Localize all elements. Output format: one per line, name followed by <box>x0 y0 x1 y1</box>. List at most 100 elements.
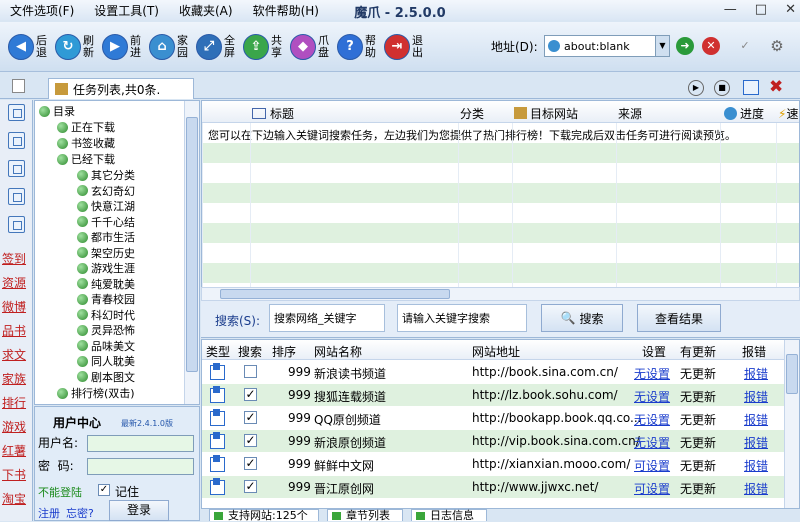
address-input[interactable]: about:blank ▼ <box>544 35 670 57</box>
site-col-header[interactable]: 报错 <box>742 343 766 360</box>
col-target-site[interactable]: 目标网站 <box>514 105 578 122</box>
site-search-checkbox[interactable]: ✓ <box>244 388 257 401</box>
menu-help[interactable]: 软件帮助(H) <box>243 2 329 19</box>
tree-category[interactable]: 品味美文 <box>77 338 135 354</box>
left-nav-link[interactable]: 求文 <box>2 346 26 363</box>
site-setting[interactable]: 无设置 <box>634 388 670 405</box>
claw-disk-button[interactable]: ◆ 爪盘 <box>290 33 330 60</box>
site-report[interactable]: 报错 <box>744 411 768 428</box>
site-report[interactable]: 报错 <box>744 365 768 382</box>
site-report[interactable]: 报错 <box>744 480 768 497</box>
left-nav-link[interactable]: 排行 <box>2 394 26 411</box>
tree-category[interactable]: 千千心结 <box>77 214 135 230</box>
home-button[interactable]: ⌂ 家园 <box>149 33 189 60</box>
help-button[interactable]: ? 帮助 <box>337 33 377 60</box>
share-button[interactable]: ⇪ 共享 <box>243 33 283 60</box>
play-icon[interactable]: ▶ <box>688 80 704 96</box>
forward-button[interactable]: ▶ 前进 <box>102 33 142 60</box>
tab-supported-sites[interactable]: 支持网站:125个 <box>209 509 319 522</box>
tree-category[interactable]: 纯爱耽美 <box>77 276 135 292</box>
search-button[interactable]: 🔍 搜索 <box>541 304 623 332</box>
task-grid-row[interactable] <box>202 263 799 283</box>
tree-category[interactable]: 灵异恐怖 <box>77 322 135 338</box>
tree-item[interactable]: 已经下载 <box>57 151 115 167</box>
cannot-login-link[interactable]: 不能登陆 <box>38 484 82 500</box>
menu-file[interactable]: 文件选项(F) <box>0 2 84 19</box>
site-col-header[interactable]: 类型 <box>206 343 230 360</box>
task-grid-row[interactable] <box>202 243 799 263</box>
site-col-header[interactable]: 搜索 <box>238 343 262 360</box>
view-results-button[interactable]: 查看结果 <box>637 304 721 332</box>
tree-category[interactable]: 同人耽美 <box>77 353 135 369</box>
left-nav-link[interactable]: 下书 <box>2 466 26 483</box>
tree-category[interactable]: 架空历史 <box>77 245 135 261</box>
site-col-header[interactable]: 网站名称 <box>314 343 362 360</box>
left-nav-link[interactable]: 资源 <box>2 274 26 291</box>
table-row[interactable]: ✓ 999 新浪原创频道 http://vip.book.sina.com.cn/无设… <box>202 430 799 453</box>
login-button[interactable]: 登录 <box>109 500 169 521</box>
col-source[interactable]: 来源 <box>618 105 642 122</box>
panel-toggle-icon[interactable] <box>8 160 25 177</box>
site-search-checkbox[interactable]: ✓ <box>244 411 257 424</box>
tree-item[interactable]: 书签收藏 <box>57 135 115 151</box>
site-report[interactable]: 报错 <box>744 434 768 451</box>
site-search-checkbox[interactable]: ✓ <box>244 434 257 447</box>
address-dropdown-icon[interactable]: ▼ <box>655 36 669 56</box>
col-speed[interactable]: ⚡速度 <box>778 105 799 122</box>
menu-favorites[interactable]: 收藏夹(A) <box>169 2 243 19</box>
site-setting[interactable]: 无设置 <box>634 365 670 382</box>
fullscreen-button[interactable]: ⤢ 全屏 <box>196 33 236 60</box>
left-nav-link[interactable]: 签到 <box>2 250 26 267</box>
gear-icon[interactable]: ⚙ <box>768 37 786 55</box>
task-grid-row[interactable] <box>202 223 799 243</box>
task-grid-row[interactable] <box>202 203 799 223</box>
site-report[interactable]: 报错 <box>744 457 768 474</box>
tree-category[interactable]: 剧本图文 <box>77 369 135 385</box>
tree-root[interactable]: 目录 <box>39 103 75 119</box>
stop-icon[interactable]: ✕ <box>702 37 720 55</box>
search-input[interactable]: 请输入关键字搜索 <box>397 304 527 332</box>
maximize-button[interactable]: □ <box>755 2 767 17</box>
site-col-header[interactable]: 设置 <box>642 343 666 360</box>
panel-toggle-icon[interactable] <box>8 104 25 121</box>
col-progress[interactable]: 进度 <box>724 105 764 122</box>
password-field[interactable] <box>87 458 194 475</box>
new-task-icon[interactable] <box>12 79 25 93</box>
table-row[interactable]: ✓ 999 搜狐连载频道 http://lz.book.sohu.com/无设置 无更新… <box>202 384 799 407</box>
close-window-button[interactable]: ✕ <box>785 2 796 17</box>
left-nav-link[interactable]: 微博 <box>2 298 26 315</box>
tree-category[interactable]: 玄幻奇幻 <box>77 183 135 199</box>
site-setting[interactable]: 可设置 <box>634 480 670 497</box>
tab-log-info[interactable]: 日志信息 <box>411 509 487 522</box>
site-report[interactable]: 报错 <box>744 388 768 405</box>
tree-category[interactable]: 其它分类 <box>77 167 135 183</box>
tree-category[interactable]: 快意江湖 <box>77 198 135 214</box>
remember-checkbox[interactable]: ✓ <box>98 484 110 496</box>
left-nav-link[interactable]: 品书 <box>2 322 26 339</box>
minimize-button[interactable]: — <box>724 2 737 17</box>
site-col-header[interactable]: 网站地址 <box>472 343 520 360</box>
table-row[interactable]: ✓ 999 晋江原创网 http://www.jjwxc.net/可设置 无更新 报错 <box>202 476 799 499</box>
left-nav-link[interactable]: 红薯 <box>2 442 26 459</box>
tree-category[interactable]: 游戏生涯 <box>77 260 135 276</box>
task-grid-row[interactable] <box>202 163 799 183</box>
task-grid-hscrollbar[interactable] <box>201 287 800 301</box>
site-setting[interactable]: 无设置 <box>634 434 670 451</box>
tab-task-list[interactable]: 任务列表,共0条. <box>48 78 194 99</box>
exit-button[interactable]: ⇥ 退出 <box>384 33 424 60</box>
delete-icon[interactable]: ✖ <box>769 77 783 97</box>
username-field[interactable] <box>87 435 194 452</box>
col-category[interactable]: 分类 <box>460 105 484 122</box>
search-site-select[interactable]: 搜索网络_关键字 <box>269 304 385 332</box>
stop-task-icon[interactable]: ■ <box>714 80 730 96</box>
task-grid-row[interactable] <box>202 143 799 163</box>
go-icon[interactable]: ➜ <box>676 37 694 55</box>
window-icon[interactable] <box>743 80 759 95</box>
panel-toggle-icon[interactable] <box>8 132 25 149</box>
table-row[interactable]: 999 新浪读书频道 http://book.sina.com.cn/无设置 无更新 报… <box>202 361 799 384</box>
site-search-checkbox[interactable]: ✓ <box>244 480 257 493</box>
site-setting[interactable]: 无设置 <box>634 411 670 428</box>
panel-toggle-icon[interactable] <box>8 216 25 233</box>
register-link[interactable]: 注册 <box>38 505 60 521</box>
site-search-checkbox[interactable] <box>244 365 257 378</box>
